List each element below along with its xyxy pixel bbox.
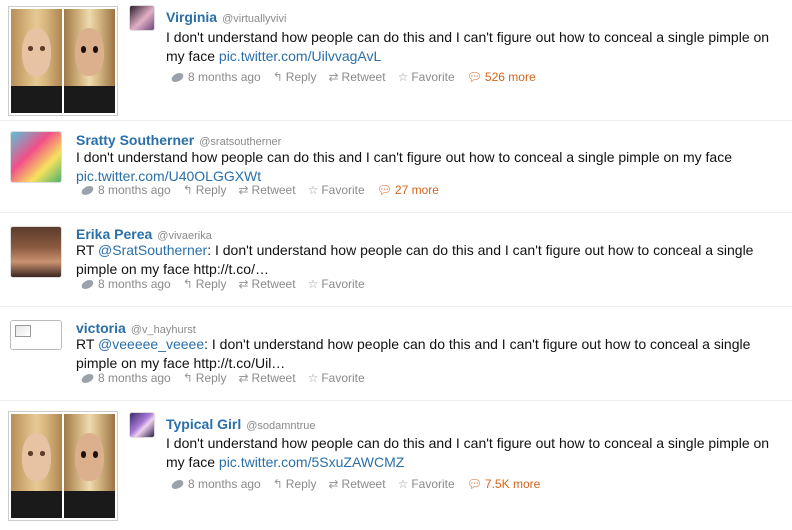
reply-button[interactable]: ↰ Reply <box>183 371 227 385</box>
speech-bubble-icon: 💬︎ <box>466 70 482 84</box>
divider <box>0 306 792 307</box>
reply-button[interactable]: ↰ Reply <box>273 70 317 84</box>
tweet-text: I don't understand how people can do thi… <box>166 29 770 64</box>
after-photo <box>64 414 115 518</box>
tweet-media-link[interactable]: pic.twitter.com/UilvvagAvL <box>219 48 381 64</box>
retweet-button[interactable]: ⇄ Retweet <box>238 371 295 385</box>
twitter-bird-icon <box>80 279 95 289</box>
tweet-text: I don't understand how people can do thi… <box>76 149 732 184</box>
avatar[interactable] <box>129 412 155 438</box>
author-handle: @sodamntrue <box>246 420 316 432</box>
divider <box>0 212 792 213</box>
retweet-icon: ⇄ <box>328 70 339 84</box>
tweet-text: RT @SratSoutherner: I don't understand h… <box>76 242 754 277</box>
tweet-actions: 8 months ago ↰ Reply ⇄ Retweet ☆ Favorite <box>80 371 377 385</box>
avatar[interactable] <box>129 5 155 31</box>
timestamp[interactable]: 8 months ago <box>170 477 261 491</box>
twitter-bird-icon <box>80 373 95 383</box>
tweet-actions: 8 months ago ↰ Reply ⇄ Retweet ☆ Favorite 💬… <box>170 477 552 491</box>
tweet-text: I don't understand how people can do thi… <box>166 435 770 470</box>
star-icon: ☆ <box>307 277 319 291</box>
favorite-button[interactable]: ☆ Favorite <box>308 371 365 385</box>
favorite-button[interactable]: ☆ Favorite <box>398 477 455 491</box>
reply-arrow-icon: ↰ <box>182 371 193 385</box>
retweet-button[interactable]: ⇄ Retweet <box>238 183 295 197</box>
retweet-icon: ⇄ <box>238 371 249 385</box>
favorite-button[interactable]: ☆ Favorite <box>398 70 455 84</box>
twitter-bird-icon <box>170 479 185 489</box>
star-icon: ☆ <box>397 70 409 84</box>
retweet-icon: ⇄ <box>238 183 249 197</box>
avatar[interactable] <box>10 131 62 183</box>
tweet-media-link[interactable]: pic.twitter.com/U40OLGGXWt <box>76 168 261 184</box>
timestamp[interactable]: 8 months ago <box>80 371 171 385</box>
tweet-actions: 8 months ago ↰ Reply ⇄ Retweet ☆ Favorite <box>80 277 377 291</box>
more-replies-link[interactable]: 💬︎ 526 more <box>467 70 536 84</box>
mention-link[interactable]: @SratSoutherner <box>98 242 207 258</box>
tweet-media-link[interactable]: pic.twitter.com/5SxuZAWCMZ <box>219 454 404 470</box>
reply-arrow-icon: ↰ <box>272 477 283 491</box>
reply-arrow-icon: ↰ <box>182 183 193 197</box>
author-handle: @sratsoutherner <box>199 136 282 148</box>
before-photo <box>11 9 62 113</box>
reply-arrow-icon: ↰ <box>272 70 283 84</box>
avatar[interactable] <box>10 226 62 278</box>
tweet-media-thumbnail[interactable] <box>8 411 118 521</box>
retweet-icon: ⇄ <box>238 277 249 291</box>
twitter-bird-icon <box>80 185 95 195</box>
author-name[interactable]: Erika Perea @vivaerika <box>76 226 212 242</box>
star-icon: ☆ <box>397 477 409 491</box>
reply-button[interactable]: ↰ Reply <box>183 183 227 197</box>
retweet-button[interactable]: ⇄ Retweet <box>328 70 385 84</box>
speech-bubble-icon: 💬︎ <box>376 183 392 197</box>
favorite-button[interactable]: ☆ Favorite <box>308 277 365 291</box>
favorite-button[interactable]: ☆ Favorite <box>308 183 365 197</box>
speech-bubble-icon: 💬︎ <box>466 477 482 491</box>
before-photo <box>11 414 62 518</box>
retweet-button[interactable]: ⇄ Retweet <box>238 277 295 291</box>
timestamp[interactable]: 8 months ago <box>80 183 171 197</box>
avatar[interactable] <box>10 320 62 350</box>
timestamp[interactable]: 8 months ago <box>80 277 171 291</box>
star-icon: ☆ <box>307 183 319 197</box>
tweet-media-thumbnail[interactable] <box>8 6 118 116</box>
tweet-actions: 8 months ago ↰ Reply ⇄ Retweet ☆ Favorite 💬… <box>80 183 451 197</box>
author-name[interactable]: Sratty Southerner @sratsoutherner <box>76 132 281 148</box>
divider <box>0 120 792 121</box>
mention-link[interactable]: @veeeee_veeee <box>98 336 204 352</box>
author-name[interactable]: Typical Girl @sodamntrue <box>166 416 315 432</box>
author-name[interactable]: Virginia @virtuallyvivi <box>166 9 286 25</box>
reply-button[interactable]: ↰ Reply <box>273 477 317 491</box>
timestamp[interactable]: 8 months ago <box>170 70 261 84</box>
divider <box>0 400 792 401</box>
retweet-button[interactable]: ⇄ Retweet <box>328 477 385 491</box>
tweet-actions: 8 months ago ↰ Reply ⇄ Retweet ☆ Favorite 💬… <box>170 70 548 84</box>
author-handle: @virtuallyvivi <box>222 13 287 25</box>
retweet-icon: ⇄ <box>328 477 339 491</box>
reply-arrow-icon: ↰ <box>182 277 193 291</box>
author-name[interactable]: victoria @v_hayhurst <box>76 320 196 336</box>
star-icon: ☆ <box>307 371 319 385</box>
more-replies-link[interactable]: 💬︎ 7.5K more <box>467 477 541 491</box>
after-photo <box>64 9 115 113</box>
broken-image-icon <box>15 325 31 337</box>
twitter-bird-icon <box>170 72 185 82</box>
tweet-text: RT @veeeee_veeee: I don't understand how… <box>76 336 751 371</box>
reply-button[interactable]: ↰ Reply <box>183 277 227 291</box>
more-replies-link[interactable]: 💬︎ 27 more <box>377 183 439 197</box>
